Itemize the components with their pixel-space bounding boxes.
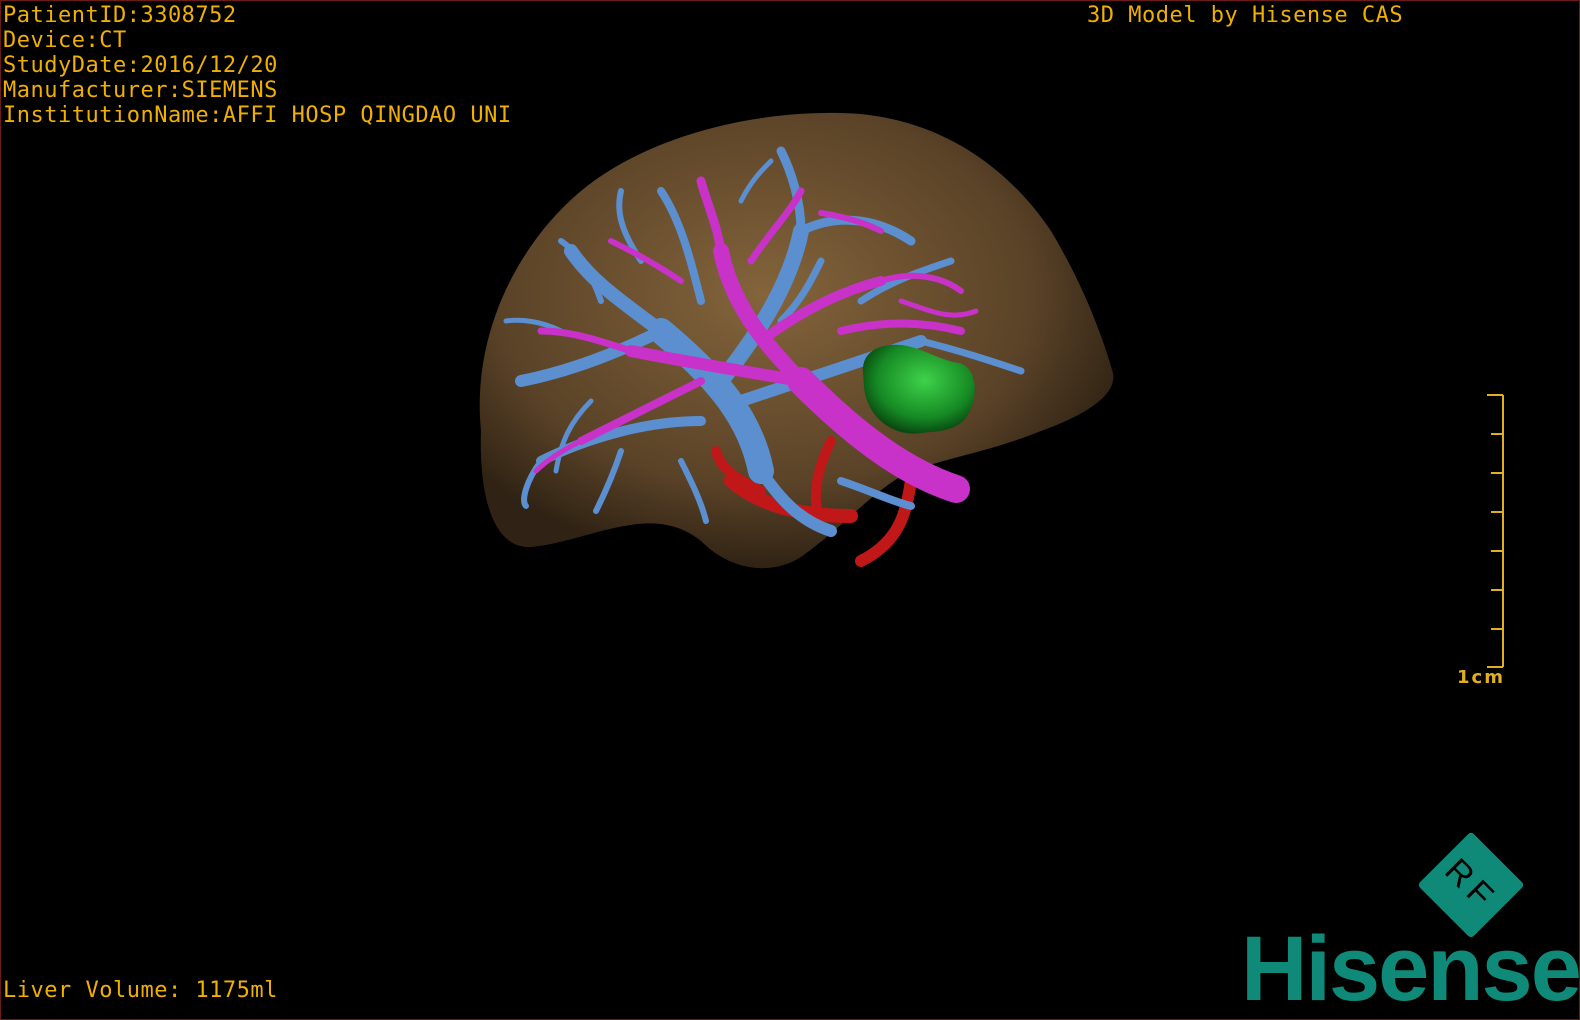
3d-viewport[interactable]: PatientID:3308752 Device:CT StudyDate:20… [0, 0, 1580, 1020]
liver-volume-text: Liver Volume: 1175ml [3, 978, 278, 1003]
scale-label: 1cm [1457, 667, 1505, 688]
scale-bar [1487, 394, 1504, 668]
rf-badge-text: RF [1437, 850, 1506, 919]
hisense-logo: Hisense [1241, 918, 1580, 1020]
